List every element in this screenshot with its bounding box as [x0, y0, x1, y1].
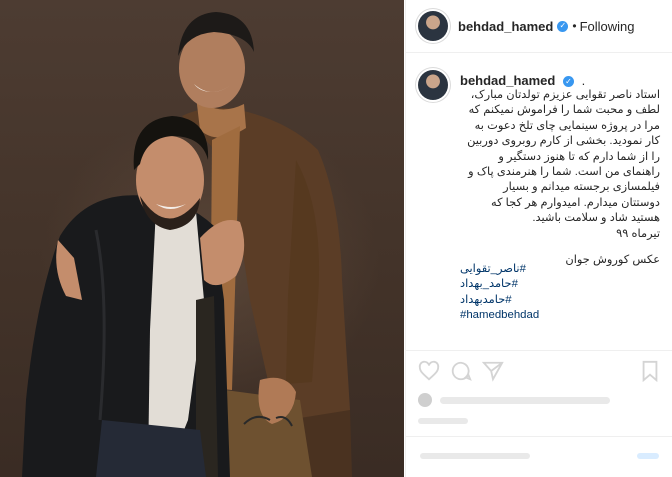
following-button[interactable]: Following: [580, 19, 635, 34]
heart-icon[interactable]: [418, 360, 440, 382]
post-sidebar: behdad_hamed ✓ • Following behdad_hamed …: [405, 0, 672, 477]
paper-plane-icon[interactable]: [482, 360, 504, 382]
bookmark-icon[interactable]: [639, 360, 661, 382]
caption-avatar[interactable]: [418, 70, 448, 100]
comment-bubble-icon[interactable]: [450, 360, 472, 382]
instagram-post: behdad_hamed ✓ • Following behdad_hamed …: [0, 0, 672, 477]
post-comment-button[interactable]: [637, 453, 659, 459]
verified-badge-icon: ✓: [557, 20, 569, 32]
caption-line: تیرماه ۹۹: [616, 227, 660, 240]
post-photo-illustration: [22, 12, 352, 477]
timestamp-placeholder: [418, 418, 468, 424]
caption-username[interactable]: behdad_hamed: [460, 73, 555, 88]
caption-line: لطف و محبت شما را فراموش نمیکنم که: [468, 104, 660, 117]
header-separator: •: [572, 19, 577, 33]
liked-by-placeholder: [440, 396, 610, 404]
verified-badge-icon: ✓: [562, 76, 574, 88]
hashtag-link[interactable]: #حامدبهداد: [460, 293, 660, 308]
caption-line: استاد ناصر تقوایی عزیزم تولدتان مبارک،: [470, 89, 660, 101]
add-comment-bar: [406, 436, 672, 477]
caption-line: راهنمای من است. شما را هنرمندی پاک و: [468, 166, 660, 179]
hashtag-list: #ناصر_تقوایی #حامد_بهداد #حامدبهداد #ham…: [460, 262, 660, 324]
profile-avatar[interactable]: [418, 11, 448, 41]
caption-line: فیلمسازی برجسته میدانم و بسیار: [503, 181, 660, 194]
liker-avatar: [418, 393, 432, 407]
caption-author: behdad_hamed ✓ .: [460, 73, 585, 88]
liked-by-row[interactable]: [418, 393, 610, 407]
add-comment-input[interactable]: [420, 453, 530, 459]
hashtag-link[interactable]: #hamedbehdad: [460, 308, 660, 323]
hashtag-link[interactable]: #حامد_بهداد: [460, 277, 660, 292]
caption-line: کار نمودید. بخشی از کارم روبروی دوربین: [467, 135, 660, 148]
hashtag-link[interactable]: #ناصر_تقوایی: [460, 262, 660, 277]
caption-line: هستید شاد و سلامت باشید.: [532, 212, 660, 225]
action-bar: [406, 350, 672, 391]
header-username[interactable]: behdad_hamed: [458, 19, 553, 34]
post-photo[interactable]: [0, 0, 404, 477]
caption-line: مرا در پروژه‌ سینمایی چای تلخ دعوت به: [474, 119, 660, 132]
post-header: behdad_hamed ✓ • Following: [406, 0, 672, 53]
caption-line: دوستتان میدارم. امیدوارم هر کجا که: [490, 196, 660, 209]
caption-suffix: .: [581, 73, 586, 88]
caption-text: استاد ناصر تقوایی عزیزم تولدتان مبارک، ل…: [460, 88, 660, 268]
caption-line: را از شما دارم که تا هنوز دستگیر و: [498, 150, 660, 163]
